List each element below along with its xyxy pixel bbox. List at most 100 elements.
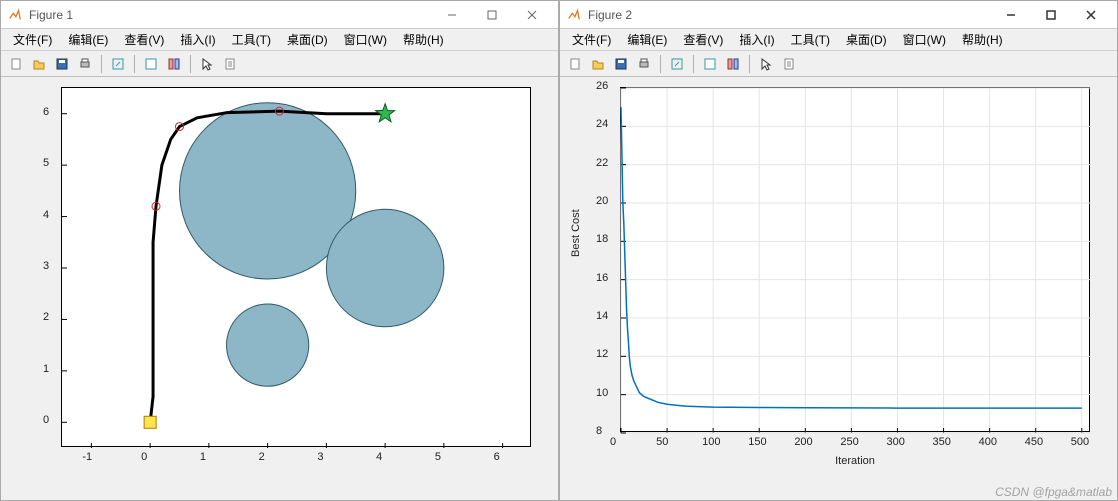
xtick-label: 300 (886, 436, 904, 448)
xtick-label: 150 (748, 436, 766, 448)
xtick-label: 1 (200, 451, 206, 463)
window-single-icon[interactable] (140, 53, 162, 75)
axes-1 (61, 87, 531, 447)
ytick-label: 8 (596, 425, 602, 437)
window-tile-icon[interactable] (163, 53, 185, 75)
titlebar: Figure 1 (1, 1, 558, 29)
ytick-label: 26 (596, 80, 608, 92)
figure-window-2: Figure 2 文件(F) 编辑(E) 查看(V) 插入(I) 工具(T) 桌… (559, 0, 1118, 501)
menubar: 文件(F) 编辑(E) 查看(V) 插入(I) 工具(T) 桌面(D) 窗口(W… (560, 29, 1117, 51)
xtick-label: 400 (979, 436, 997, 448)
xtick-label: 2 (259, 451, 265, 463)
maximize-button[interactable] (1031, 1, 1071, 29)
matlab-icon (7, 7, 23, 23)
ytick-label: 14 (596, 310, 608, 322)
ytick-label: 16 (596, 272, 608, 284)
menu-view[interactable]: 查看(V) (675, 29, 731, 50)
ylabel-2: Best Cost (570, 209, 582, 257)
xtick-label: 500 (1071, 436, 1089, 448)
xtick-label: 6 (494, 451, 500, 463)
menu-help[interactable]: 帮助(H) (954, 29, 1011, 50)
ytick-label: 4 (43, 209, 49, 221)
ytick-label: 18 (596, 233, 608, 245)
window-single-icon[interactable] (699, 53, 721, 75)
menu-window[interactable]: 窗口(W) (895, 29, 954, 50)
menu-insert[interactable]: 插入(I) (731, 29, 782, 50)
maximize-button[interactable] (472, 1, 512, 29)
print-icon[interactable] (633, 53, 655, 75)
close-button[interactable] (512, 1, 552, 29)
xtick-label: 350 (933, 436, 951, 448)
ytick-label: 12 (596, 348, 608, 360)
ytick-label: 24 (596, 118, 608, 130)
xtick-label: 200 (794, 436, 812, 448)
xtick-label: 50 (656, 436, 668, 448)
window-title: Figure 1 (29, 8, 432, 22)
window-title: Figure 2 (588, 8, 991, 22)
menu-tools[interactable]: 工具(T) (224, 29, 279, 50)
xtick-label: 450 (1025, 436, 1043, 448)
pointer-icon[interactable] (755, 53, 777, 75)
document-icon[interactable] (219, 53, 241, 75)
matlab-icon (566, 7, 582, 23)
xlabel-2: Iteration (620, 455, 1090, 467)
axes-2 (620, 87, 1090, 432)
menu-window[interactable]: 窗口(W) (336, 29, 395, 50)
ytick-label: 2 (43, 311, 49, 323)
menu-desktop[interactable]: 桌面(D) (838, 29, 895, 50)
menu-insert[interactable]: 插入(I) (172, 29, 223, 50)
print-icon[interactable] (74, 53, 96, 75)
menu-file[interactable]: 文件(F) (564, 29, 619, 50)
plot-area-2: Iteration Best Cost 0 50 100 150 200 250 300 35… (560, 77, 1117, 500)
window-tile-icon[interactable] (722, 53, 744, 75)
save-icon[interactable] (610, 53, 632, 75)
menu-desktop[interactable]: 桌面(D) (279, 29, 336, 50)
toolbar-separator (190, 55, 191, 73)
toolbar-separator (693, 55, 694, 73)
ytick-label: 6 (43, 106, 49, 118)
menu-file[interactable]: 文件(F) (5, 29, 60, 50)
ytick-label: 20 (596, 195, 608, 207)
menubar: 文件(F) 编辑(E) 查看(V) 插入(I) 工具(T) 桌面(D) 窗口(W… (1, 29, 558, 51)
ytick-label: 5 (43, 157, 49, 169)
open-folder-icon[interactable] (28, 53, 50, 75)
menu-edit[interactable]: 编辑(E) (60, 29, 116, 50)
save-icon[interactable] (51, 53, 73, 75)
ytick-label: 1 (43, 363, 49, 375)
pointer-icon[interactable] (196, 53, 218, 75)
ytick-label: 3 (43, 260, 49, 272)
menu-edit[interactable]: 编辑(E) (619, 29, 675, 50)
ytick-label: 10 (596, 387, 608, 399)
figure-window-1: Figure 1 文件(F) 编辑(E) 查看(V) 插入(I) 工具(T) 桌… (0, 0, 559, 501)
ytick-label: 22 (596, 157, 608, 169)
new-file-icon[interactable] (5, 53, 27, 75)
ytick-label: 0 (43, 414, 49, 426)
toolbar (1, 51, 558, 77)
titlebar: Figure 2 (560, 1, 1117, 29)
menu-help[interactable]: 帮助(H) (395, 29, 452, 50)
toolbar (560, 51, 1117, 77)
toolbar-separator (134, 55, 135, 73)
close-button[interactable] (1071, 1, 1111, 29)
toolbar-separator (749, 55, 750, 73)
menu-tools[interactable]: 工具(T) (783, 29, 838, 50)
xtick-label: 100 (702, 436, 720, 448)
xtick-label: -1 (82, 451, 92, 463)
xtick-label: 3 (317, 451, 323, 463)
toolbar-separator (101, 55, 102, 73)
minimize-button[interactable] (432, 1, 472, 29)
toolbar-separator (660, 55, 661, 73)
plot-area-1: -1 0 1 2 3 4 5 6 0 1 2 3 4 5 6 (1, 77, 558, 500)
new-file-icon[interactable] (564, 53, 586, 75)
open-folder-icon[interactable] (587, 53, 609, 75)
xtick-label: 250 (840, 436, 858, 448)
minimize-button[interactable] (991, 1, 1031, 29)
xtick-label: 0 (610, 436, 616, 448)
xtick-label: 4 (376, 451, 382, 463)
link-icon[interactable] (666, 53, 688, 75)
xtick-label: 0 (141, 451, 147, 463)
document-icon[interactable] (778, 53, 800, 75)
menu-view[interactable]: 查看(V) (116, 29, 172, 50)
link-icon[interactable] (107, 53, 129, 75)
xtick-label: 5 (435, 451, 441, 463)
